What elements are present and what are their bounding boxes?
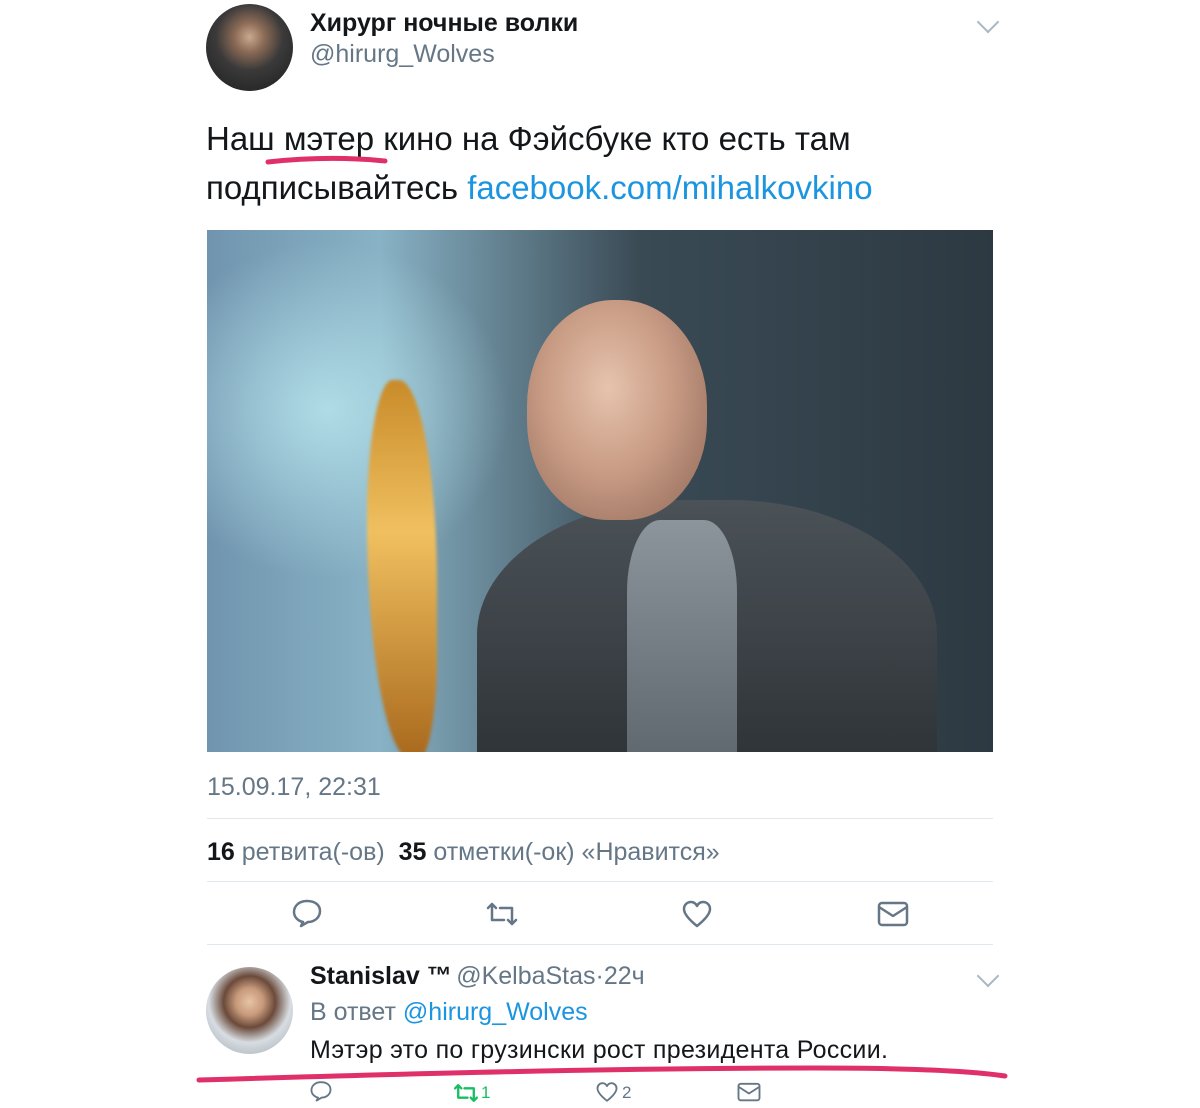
reply-envelope-icon[interactable] — [737, 1082, 761, 1102]
in-reply-handle[interactable]: @hirurg_Wolves — [403, 998, 588, 1026]
reply-heart-icon[interactable] — [595, 1081, 619, 1103]
reply-author-avatar[interactable] — [206, 967, 293, 1054]
reply-icon[interactable] — [291, 898, 323, 928]
chevron-down-icon[interactable] — [976, 964, 1000, 988]
reply-author-handle[interactable]: @KelbaStas — [456, 962, 595, 990]
retweet-icon[interactable] — [484, 900, 520, 928]
reply-retweet-icon[interactable] — [452, 1082, 480, 1104]
reply-retweet-count: 1 — [481, 1083, 491, 1102]
photo-person-shirt — [627, 520, 737, 752]
author-avatar[interactable] — [206, 4, 293, 91]
tweet-photo[interactable] — [207, 230, 993, 752]
photo-person-head — [527, 300, 707, 520]
likes-count[interactable]: 35 — [399, 838, 427, 866]
annotation-underline-top — [265, 155, 388, 165]
in-reply-prefix: В ответ — [310, 998, 396, 1026]
tweet-text-rest: кино на Фэйсбуке кто есть там — [383, 120, 851, 157]
divider — [207, 944, 993, 945]
retweets-label[interactable]: ретвита(-ов) — [242, 838, 385, 866]
tweet-stats: 16 ретвита(-ов) 35 отметки(-ок) «Нравитс… — [207, 838, 720, 867]
likes-label[interactable]: отметки(-ок) «Нравится» — [433, 838, 719, 866]
envelope-icon[interactable] — [877, 901, 909, 927]
reply-separator: · — [595, 962, 604, 990]
reply-like-count: 2 — [622, 1083, 632, 1102]
tweet-link[interactable]: facebook.com/mihalkovkino — [467, 169, 872, 206]
divider — [207, 818, 993, 819]
author-name[interactable]: Хирург ночные волки — [310, 9, 578, 38]
photo-trophy — [367, 380, 437, 752]
reply-header: Stanislav ™ @KelbaStas·22ч — [310, 962, 645, 991]
reply-time[interactable]: 22ч — [604, 962, 645, 990]
tweet-text-line2: подписывайтесь — [206, 169, 459, 206]
tweet-timestamp[interactable]: 15.09.17, 22:31 — [207, 773, 381, 802]
retweets-count[interactable]: 16 — [207, 838, 235, 866]
divider — [207, 881, 993, 882]
author-handle[interactable]: @hirurg_Wolves — [310, 40, 495, 69]
in-reply-to: В ответ @hirurg_Wolves — [310, 998, 588, 1027]
reply-reply-icon[interactable] — [309, 1080, 333, 1102]
heart-icon[interactable] — [681, 899, 713, 929]
chevron-down-icon[interactable] — [976, 10, 1000, 34]
reply-author-name[interactable]: Stanislav ™ — [310, 962, 452, 990]
